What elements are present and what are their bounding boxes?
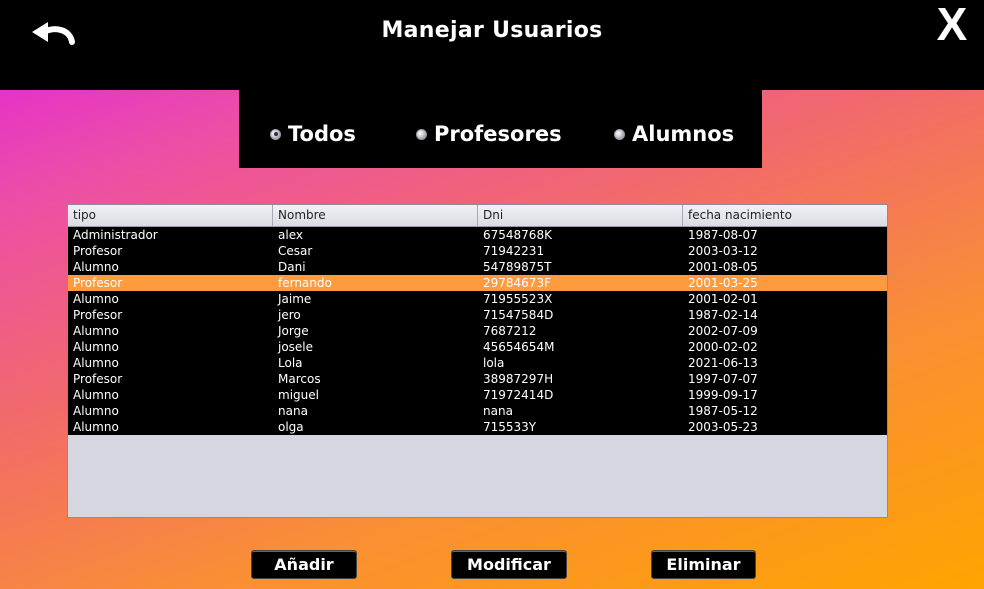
cell-nombre: nana: [278, 404, 308, 418]
cell-tipo: Alumno: [73, 388, 119, 402]
cell-nombre: jero: [278, 308, 301, 322]
table-body: Administrador alex 67548768K 1987-08-07 …: [68, 227, 887, 435]
cell-nombre: olga: [278, 420, 304, 434]
table-row-selected[interactable]: Profesor fernando 29784673F 2001-03-25: [68, 275, 887, 291]
table-row[interactable]: Alumno Dani 54789875T 2001-08-05: [68, 259, 887, 275]
cell-tipo: Alumno: [73, 324, 119, 338]
table-row[interactable]: Alumno olga 715533Y 2003-05-23: [68, 419, 887, 435]
cell-tipo: Profesor: [73, 276, 123, 290]
users-table[interactable]: tipo Nombre Dni fecha nacimiento Adminis…: [67, 204, 888, 518]
cell-nombre: miguel: [278, 388, 319, 402]
cell-fecha: 1987-08-07: [688, 228, 758, 242]
table-row[interactable]: Alumno josele 45654654M 2000-02-02: [68, 339, 887, 355]
cell-fecha: 2002-07-09: [688, 324, 758, 338]
table-row[interactable]: Alumno Jaime 71955523X 2001-02-01: [68, 291, 887, 307]
table-row[interactable]: Alumno nana nana 1987-05-12: [68, 403, 887, 419]
radio-todos[interactable]: Todos: [270, 120, 356, 148]
cell-fecha: 1999-09-17: [688, 388, 758, 402]
cell-tipo: Alumno: [73, 260, 119, 274]
table-row[interactable]: Alumno Jorge 7687212 2002-07-09: [68, 323, 887, 339]
cell-nombre: Lola: [278, 356, 303, 370]
cell-tipo: Alumno: [73, 420, 119, 434]
cell-tipo: Alumno: [73, 292, 119, 306]
column-header-fecha-nacimiento[interactable]: fecha nacimiento: [683, 205, 887, 226]
radio-alumnos[interactable]: Alumnos: [614, 120, 734, 148]
radio-label: Alumnos: [632, 122, 735, 146]
table-row[interactable]: Profesor Cesar 71942231 2003-03-12: [68, 243, 887, 259]
cell-dni: 45654654M: [483, 340, 555, 354]
table-row[interactable]: Profesor jero 71547584D 1987-02-14: [68, 307, 887, 323]
table-header: tipo Nombre Dni fecha nacimiento: [68, 205, 887, 227]
column-header-dni[interactable]: Dni: [478, 205, 683, 226]
cell-fecha: 1987-05-12: [688, 404, 758, 418]
radio-indicator: [270, 128, 281, 140]
cell-dni: 71972414D: [483, 388, 554, 402]
radio-indicator: [614, 128, 625, 140]
cell-tipo: Administrador: [73, 228, 158, 242]
cell-tipo: Profesor: [73, 308, 123, 322]
cell-fecha: 2001-02-01: [688, 292, 758, 306]
table-row[interactable]: Profesor Marcos 38987297H 1997-07-07: [68, 371, 887, 387]
cell-fecha: 2001-03-25: [688, 276, 758, 290]
cell-nombre: Jorge: [278, 324, 309, 338]
cell-nombre: fernando: [278, 276, 332, 290]
cell-dni: lola: [483, 356, 505, 370]
column-header-tipo[interactable]: tipo: [68, 205, 273, 226]
table-row[interactable]: Alumno miguel 71972414D 1999-09-17: [68, 387, 887, 403]
column-header-nombre[interactable]: Nombre: [273, 205, 478, 226]
cell-dni: 29784673F: [483, 276, 551, 290]
user-type-filter: Todos Profesores Alumnos: [239, 90, 762, 168]
cell-dni: 67548768K: [483, 228, 552, 242]
radio-indicator: [416, 128, 427, 140]
cell-dni: 7687212: [483, 324, 537, 338]
table-row[interactable]: Alumno Lola lola 2021-06-13: [68, 355, 887, 371]
cell-dni: 54789875T: [483, 260, 552, 274]
cell-fecha: 1987-02-14: [688, 308, 758, 322]
radio-profesores[interactable]: Profesores: [416, 120, 562, 148]
cell-fecha: 2003-03-12: [688, 244, 758, 258]
page-title: Manejar Usuarios: [381, 18, 603, 43]
cell-dni: 715533Y: [483, 420, 537, 434]
cell-dni: 71955523X: [483, 292, 553, 306]
cell-tipo: Profesor: [73, 244, 123, 258]
cell-tipo: Alumno: [73, 404, 119, 418]
cell-nombre: alex: [278, 228, 303, 242]
delete-button[interactable]: Eliminar: [651, 550, 756, 579]
cell-tipo: Alumno: [73, 356, 119, 370]
cell-dni: 71547584D: [483, 308, 554, 322]
cell-fecha: 2021-06-13: [688, 356, 758, 370]
cell-dni: nana: [483, 404, 513, 418]
cell-fecha: 2003-05-23: [688, 420, 758, 434]
cell-dni: 71942231: [483, 244, 545, 258]
cell-tipo: Alumno: [73, 340, 119, 354]
cell-nombre: Marcos: [278, 372, 321, 386]
add-button[interactable]: Añadir: [251, 550, 357, 579]
table-row[interactable]: Administrador alex 67548768K 1987-08-07: [68, 227, 887, 243]
cell-nombre: Dani: [278, 260, 306, 274]
radio-label: Profesores: [434, 122, 562, 146]
cell-dni: 38987297H: [483, 372, 554, 386]
cell-tipo: Profesor: [73, 372, 123, 386]
cell-nombre: josele: [278, 340, 314, 354]
cell-nombre: Jaime: [278, 292, 312, 306]
radio-label: Todos: [288, 122, 356, 146]
cell-nombre: Cesar: [278, 244, 313, 258]
cell-fecha: 2000-02-02: [688, 340, 758, 354]
top-bar: Manejar Usuarios X: [0, 0, 984, 90]
close-button[interactable]: X: [930, 0, 974, 48]
cell-fecha: 1997-07-07: [688, 372, 758, 386]
cell-fecha: 2001-08-05: [688, 260, 758, 274]
modify-button[interactable]: Modificar: [451, 550, 567, 579]
